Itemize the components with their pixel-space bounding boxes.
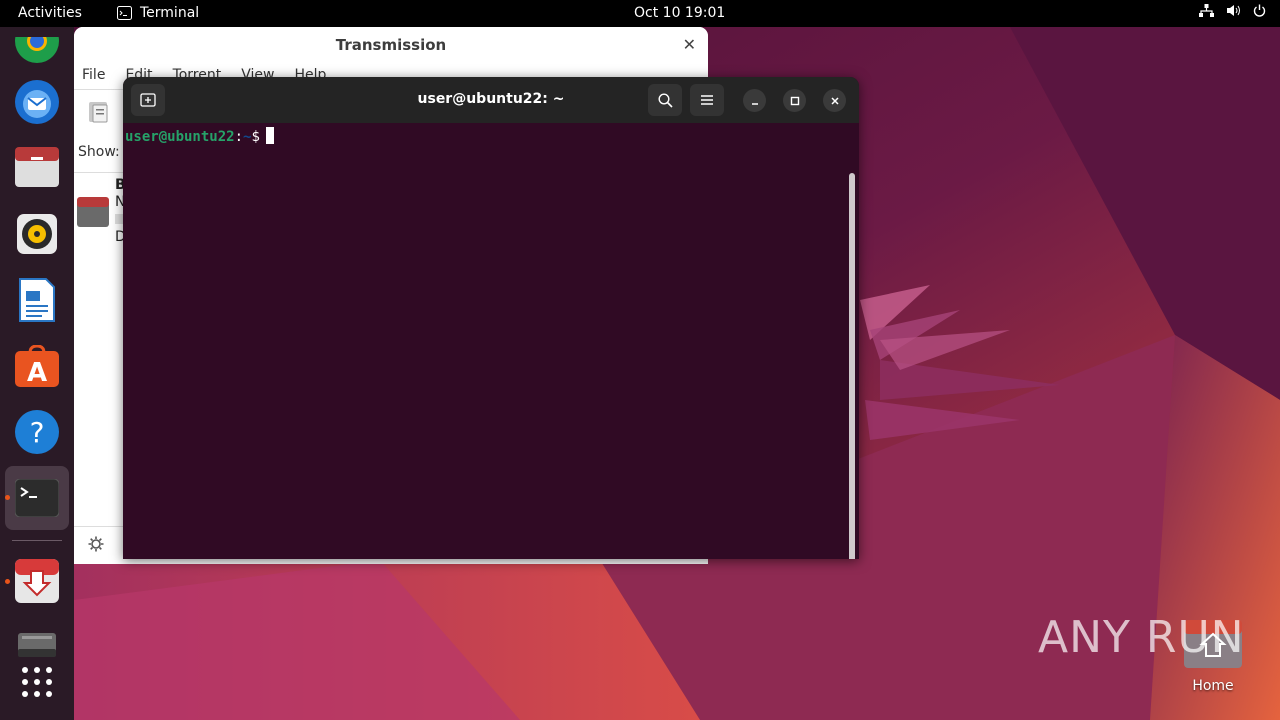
dock: A ? xyxy=(0,27,74,720)
running-indicator xyxy=(5,579,10,584)
settings-gear-icon[interactable] xyxy=(88,536,104,552)
show-filter-label: Show: xyxy=(78,144,120,160)
terminal-icon[interactable] xyxy=(12,473,62,523)
clock[interactable]: Oct 10 19:01 xyxy=(634,5,725,21)
prompt-separator: : xyxy=(234,129,244,145)
activities-button[interactable]: Activities xyxy=(18,5,82,21)
minimize-button[interactable] xyxy=(743,89,766,112)
libreoffice-writer-icon[interactable] xyxy=(12,275,62,325)
show-apps-icon[interactable] xyxy=(12,657,62,707)
svg-text:A: A xyxy=(27,358,47,387)
terminal-window[interactable]: user@ubuntu22: ~ user@ubuntu22:~$ xyxy=(123,77,859,559)
rhythmbox-icon[interactable] xyxy=(12,209,62,259)
terminal-scrollbar[interactable] xyxy=(849,173,855,559)
menu-button[interactable] xyxy=(690,84,724,116)
maximize-icon xyxy=(790,96,799,105)
transmission-title: Transmission xyxy=(335,36,447,54)
search-icon xyxy=(657,92,673,108)
text-cursor xyxy=(265,127,274,144)
terminal-body[interactable]: user@ubuntu22:~$ xyxy=(123,123,859,559)
close-icon[interactable]: ✕ xyxy=(683,35,696,54)
system-tray[interactable] xyxy=(1199,4,1266,17)
transmission-icon[interactable] xyxy=(12,556,62,606)
files-icon[interactable] xyxy=(12,143,62,193)
app-menu-label: Terminal xyxy=(140,5,200,21)
menu-file[interactable]: File xyxy=(82,67,105,83)
hamburger-menu-icon xyxy=(701,95,713,105)
close-icon xyxy=(830,96,839,105)
prompt-user: user@ubuntu22 xyxy=(125,129,235,145)
transmission-titlebar[interactable]: Transmission ✕ xyxy=(74,27,708,63)
prompt-symbol: $ xyxy=(251,129,260,145)
open-file-icon[interactable] xyxy=(86,99,112,125)
terminal-headerbar[interactable]: user@ubuntu22: ~ xyxy=(123,77,859,123)
home-folder-label[interactable]: Home xyxy=(1180,678,1246,694)
shell-prompt: user@ubuntu22:~$ xyxy=(125,127,274,145)
running-indicator xyxy=(5,495,10,500)
terminal-small-icon xyxy=(117,6,132,20)
anyrun-watermark: ANY RUN xyxy=(1038,612,1245,663)
svg-text:?: ? xyxy=(30,416,45,449)
top-bar: Activities Terminal Oct 10 19:01 xyxy=(0,0,1280,27)
power-icon xyxy=(1253,4,1266,17)
ubuntu-software-icon[interactable]: A xyxy=(12,341,62,391)
dock-separator xyxy=(12,540,62,541)
thunderbird-icon[interactable] xyxy=(12,77,62,127)
app-menu[interactable]: Terminal xyxy=(117,5,199,21)
folder-icon xyxy=(77,197,109,227)
maximize-button[interactable] xyxy=(783,89,806,112)
volume-icon xyxy=(1227,5,1240,16)
minimize-icon xyxy=(751,102,758,105)
search-button[interactable] xyxy=(648,84,682,116)
close-button[interactable] xyxy=(823,89,846,112)
help-icon[interactable]: ? xyxy=(12,407,62,457)
network-icon xyxy=(1199,4,1214,17)
chrome-icon[interactable] xyxy=(12,27,62,77)
